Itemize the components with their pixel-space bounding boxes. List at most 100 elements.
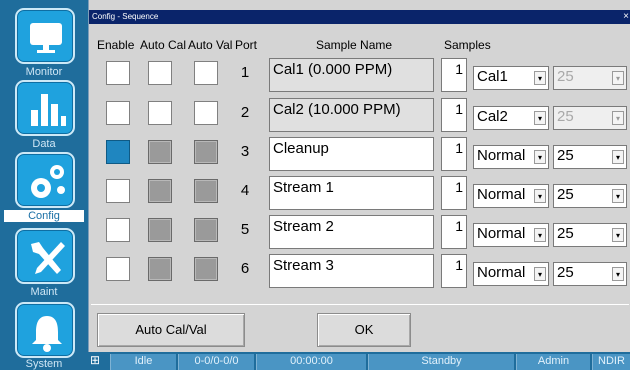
sample-name-field[interactable]: Stream 3: [269, 254, 434, 288]
sample-mode-value: Normal: [477, 147, 526, 164]
auto-cal-val-button[interactable]: Auto Cal/Val: [97, 313, 245, 347]
chevron-down-icon: ▾: [612, 189, 624, 203]
sample-mode-value: Cal1: [477, 68, 508, 85]
status-detector: NDIR: [592, 354, 630, 370]
auto-val-checkbox[interactable]: [194, 257, 218, 281]
sample-value: 25: [557, 108, 574, 125]
sample-count-field[interactable]: 1: [441, 58, 467, 92]
enable-checkbox[interactable]: [106, 61, 130, 85]
auto-cal-checkbox[interactable]: [148, 101, 172, 125]
bell-icon: [32, 316, 62, 352]
sample-count-field[interactable]: 1: [441, 215, 467, 249]
auto-val-checkbox[interactable]: [194, 61, 218, 85]
chevron-down-icon: ▾: [612, 71, 624, 85]
status-bar: ⊞ Idle 0-0/0-0/0 00:00:00 Standby Admin …: [86, 352, 630, 370]
window-title: Config - Sequence: [92, 12, 159, 21]
sample-count-field[interactable]: 1: [441, 254, 467, 288]
chevron-down-icon: ▾: [534, 150, 546, 164]
sample-mode-select[interactable]: Normal ▾: [473, 223, 549, 247]
chevron-down-icon: ▾: [612, 150, 624, 164]
tools-icon: [31, 242, 65, 274]
close-icon[interactable]: ×: [623, 10, 629, 24]
port-number: 5: [240, 221, 250, 238]
ok-button[interactable]: OK: [317, 313, 411, 347]
header-enable: Enable: [97, 38, 135, 52]
auto-val-checkbox[interactable]: [194, 101, 218, 125]
auto-cal-checkbox[interactable]: [148, 257, 172, 281]
enable-checkbox[interactable]: [106, 218, 130, 242]
enable-checkbox[interactable]: [106, 257, 130, 281]
status-mode: Standby: [368, 354, 514, 370]
status-state: Idle: [110, 354, 176, 370]
auto-cal-checkbox[interactable]: [148, 140, 172, 164]
auto-cal-checkbox[interactable]: [148, 218, 172, 242]
sample-name-field[interactable]: Cal1 (0.000 PPM): [269, 58, 434, 92]
sidebar-label-system: System: [25, 358, 63, 370]
sample-mode-select[interactable]: Normal ▾: [473, 145, 549, 169]
monitor-icon: [30, 23, 62, 53]
sample-name-field[interactable]: Cleanup: [269, 137, 434, 171]
port-number: 1: [240, 64, 250, 81]
header-port: Port: [235, 38, 258, 52]
sample-mode-select[interactable]: Normal ▾: [473, 184, 549, 208]
sample-mode-value: Cal2: [477, 108, 508, 125]
port-number: 2: [240, 104, 250, 121]
sample-name-field[interactable]: Stream 1: [269, 176, 434, 210]
enable-checkbox[interactable]: [106, 101, 130, 125]
auto-val-checkbox[interactable]: [194, 218, 218, 242]
chevron-down-icon: ▾: [612, 267, 624, 281]
sidebar-item-config[interactable]: [15, 152, 75, 208]
window-title-bar: Config - Sequence ×: [89, 10, 630, 24]
chevron-down-icon: ▾: [534, 71, 546, 85]
sidebar-item-data[interactable]: [15, 80, 75, 136]
sample-value-select[interactable]: 25 ▾: [553, 184, 627, 208]
sample-value: 25: [557, 68, 574, 85]
sample-mode-value: Normal: [477, 264, 526, 281]
sample-value: 25: [557, 186, 574, 203]
chevron-down-icon: ▾: [612, 228, 624, 242]
header-samples: Samples: [444, 38, 491, 52]
sidebar-item-maint[interactable]: [15, 228, 75, 284]
sample-count-field[interactable]: 1: [441, 137, 467, 171]
sample-count-field[interactable]: 1: [441, 176, 467, 210]
sample-value: 25: [557, 147, 574, 164]
header-auto-val: Auto Val: [188, 38, 233, 52]
enable-checkbox[interactable]: [106, 179, 130, 203]
config-sequence-window: Config - Sequence × Enable Auto Cal Auto…: [88, 0, 630, 352]
status-counts: 0-0/0-0/0: [178, 354, 254, 370]
header-auto-cal: Auto Cal: [140, 38, 187, 52]
sidebar-label-data: Data: [32, 138, 56, 150]
auto-cal-checkbox[interactable]: [148, 179, 172, 203]
sidebar-item-monitor[interactable]: [15, 8, 75, 64]
sample-value-select[interactable]: 25 ▾: [553, 223, 627, 247]
gears-icon: [31, 165, 65, 198]
sidebar: Monitor Data Config Maint System: [0, 0, 88, 370]
auto-cal-checkbox[interactable]: [148, 61, 172, 85]
chevron-down-icon: ▾: [534, 111, 546, 125]
auto-val-checkbox[interactable]: [194, 179, 218, 203]
sidebar-label-config: Config: [4, 210, 84, 222]
header-sample-name: Sample Name: [316, 38, 393, 52]
status-user: Admin: [516, 354, 590, 370]
sample-mode-value: Normal: [477, 225, 526, 242]
auto-val-checkbox[interactable]: [194, 140, 218, 164]
network-icon: ⊞: [89, 353, 101, 367]
sample-mode-select[interactable]: Cal1 ▾: [473, 66, 549, 90]
sample-count-field[interactable]: 1: [441, 98, 467, 132]
sample-value-select[interactable]: 25 ▾: [553, 262, 627, 286]
chevron-down-icon: ▾: [534, 267, 546, 281]
port-number: 3: [240, 143, 250, 160]
chevron-down-icon: ▾: [534, 228, 546, 242]
sidebar-item-system[interactable]: [15, 302, 75, 358]
sidebar-label-monitor: Monitor: [25, 66, 63, 78]
enable-checkbox[interactable]: [106, 140, 130, 164]
sample-mode-select[interactable]: Normal ▾: [473, 262, 549, 286]
sample-name-field[interactable]: Stream 2: [269, 215, 434, 249]
sample-name-field[interactable]: Cal2 (10.000 PPM): [269, 98, 434, 132]
sample-value: 25: [557, 264, 574, 281]
sample-value-select[interactable]: 25 ▾: [553, 145, 627, 169]
sample-value-select[interactable]: 25 ▾: [553, 66, 627, 90]
sample-mode-select[interactable]: Cal2 ▾: [473, 106, 549, 130]
sample-mode-value: Normal: [477, 186, 526, 203]
sample-value-select[interactable]: 25 ▾: [553, 106, 627, 130]
